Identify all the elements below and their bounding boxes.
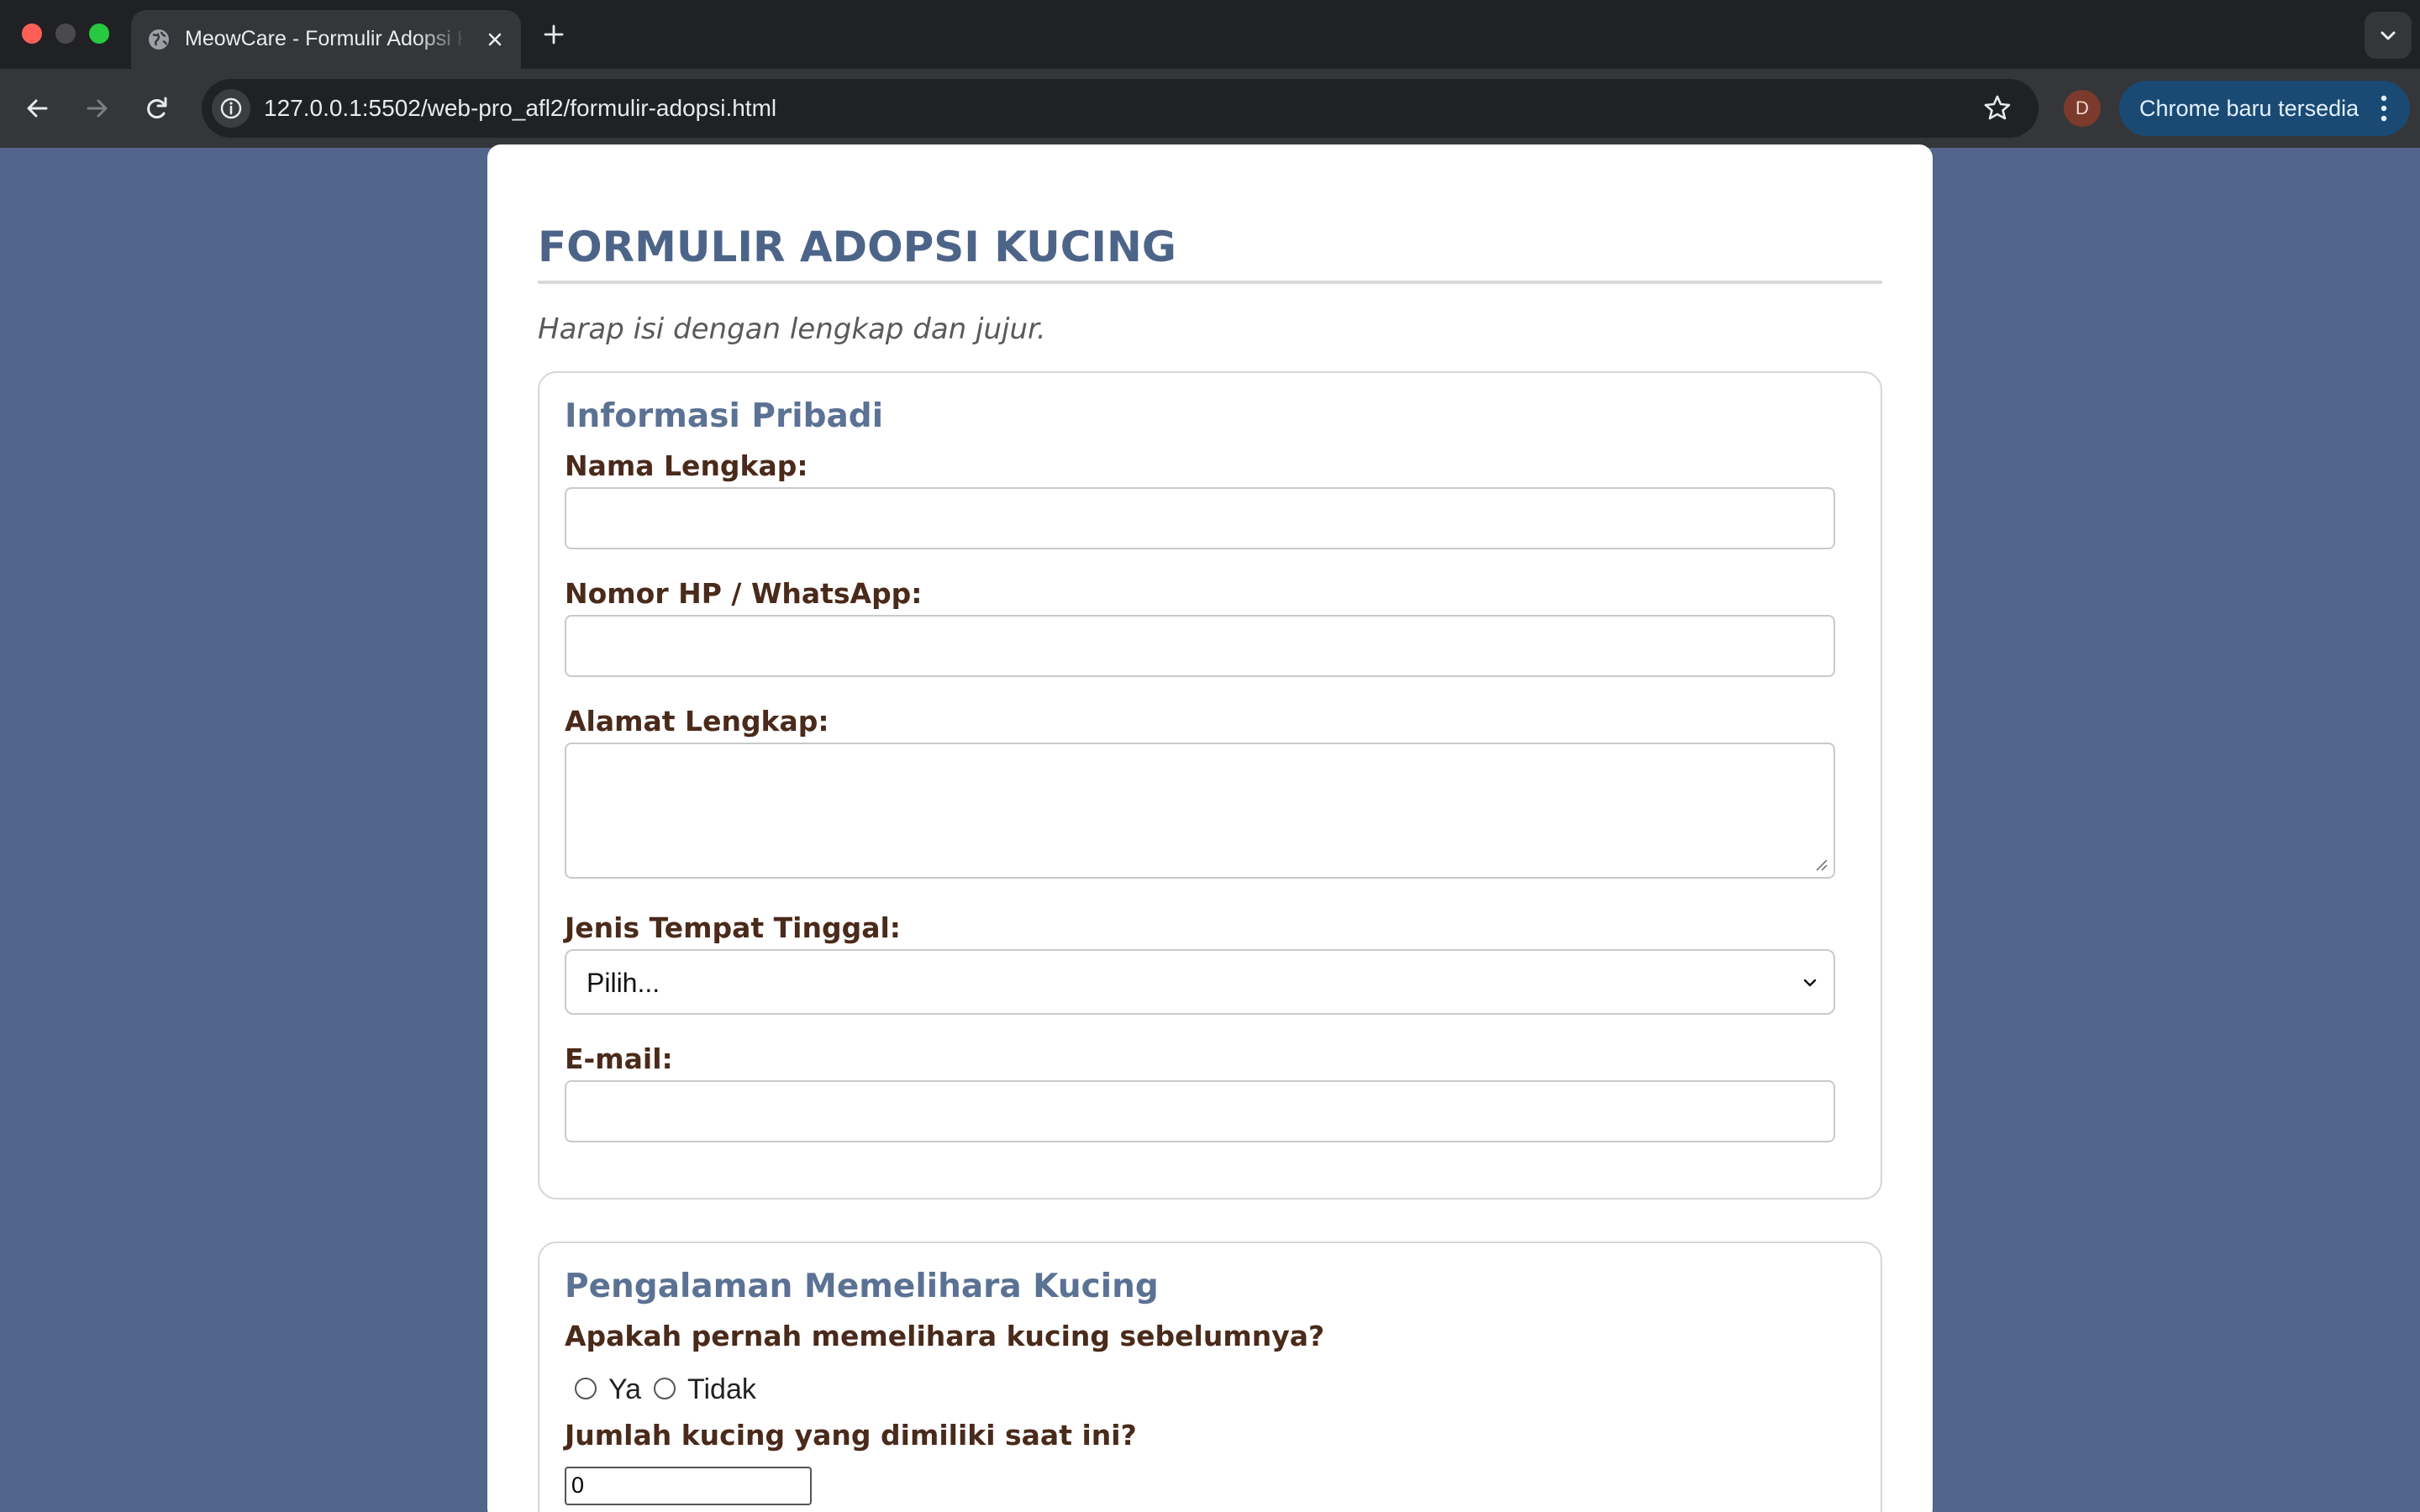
name-field[interactable] — [565, 487, 1835, 549]
radio-no-label[interactable]: Tidak — [687, 1371, 756, 1408]
resize-handle-icon[interactable] — [1813, 857, 1828, 872]
radio-no[interactable] — [654, 1378, 676, 1399]
reload-icon[interactable] — [136, 87, 178, 129]
close-window-button[interactable] — [22, 24, 42, 44]
email-label: E-mail: — [565, 1042, 673, 1075]
browser-toolbar: 127.0.0.1:5502/web-pro_afl2/formulir-ado… — [0, 69, 2420, 148]
new-tab-icon[interactable] — [538, 18, 570, 50]
email-field[interactable] — [565, 1080, 1835, 1142]
profile-avatar[interactable]: D — [2064, 90, 2101, 127]
residence-select[interactable]: Pilih... — [565, 949, 1835, 1015]
experience-fieldset: Pengalaman Memelihara Kucing Apakah pern… — [538, 1242, 1882, 1512]
name-label: Nama Lengkap: — [565, 449, 808, 482]
experience-legend: Pengalaman Memelihara Kucing — [565, 1268, 1159, 1305]
minimize-window-button[interactable] — [55, 24, 76, 44]
url-text: 127.0.0.1:5502/web-pro_afl2/formulir-ado… — [264, 95, 777, 121]
page-subtitle: Harap isi dengan lengkap dan jujur. — [538, 312, 1046, 346]
owned-question-label: Apakah pernah memelihara kucing sebelumn… — [565, 1320, 1325, 1352]
more-menu-icon[interactable] — [2373, 92, 2395, 124]
personal-info-legend: Informasi Pribadi — [565, 397, 884, 435]
page-title: FORMULIR ADOPSI KUCING — [538, 223, 1176, 271]
chevron-down-icon — [1803, 979, 1817, 987]
chrome-update-button[interactable]: Chrome baru tersedia — [2119, 81, 2410, 136]
radio-yes[interactable] — [575, 1378, 597, 1399]
cat-count-label: Jumlah kucing yang dimiliki saat ini? — [565, 1419, 1137, 1452]
info-icon — [220, 97, 242, 119]
update-label: Chrome baru tersedia — [2139, 96, 2360, 121]
address-bar[interactable]: 127.0.0.1:5502/web-pro_afl2/formulir-ado… — [202, 79, 2039, 138]
form-card: FORMULIR ADOPSI KUCING Harap isi dengan … — [487, 144, 1933, 1512]
chevron-down-icon — [2381, 31, 2396, 40]
tab-title-fade — [417, 22, 467, 55]
browser-tab-bar: MeowCare - Formulir Adopsi Kucing — [0, 0, 2420, 69]
tab-search-button[interactable] — [2365, 12, 2412, 59]
phone-label: Nomor HP / WhatsApp: — [565, 577, 923, 610]
phone-field[interactable] — [565, 615, 1835, 677]
globe-icon — [149, 29, 169, 50]
maximize-window-button[interactable] — [89, 24, 109, 44]
residence-selected-value: Pilih... — [587, 968, 660, 998]
site-info-button[interactable] — [212, 89, 250, 128]
radio-yes-label[interactable]: Ya — [608, 1371, 641, 1408]
close-tab-icon[interactable] — [481, 25, 509, 54]
title-divider — [538, 281, 1882, 284]
back-arrow-icon[interactable] — [17, 87, 59, 129]
address-textarea[interactable] — [565, 743, 1835, 879]
residence-label: Jenis Tempat Tinggal: — [565, 911, 901, 944]
personal-info-fieldset: Informasi Pribadi Nama Lengkap: Nomor HP… — [538, 371, 1882, 1200]
address-label: Alamat Lengkap: — [565, 705, 829, 738]
active-tab[interactable]: MeowCare - Formulir Adopsi Kucing — [131, 10, 521, 69]
bookmark-star-icon[interactable] — [1980, 91, 2015, 126]
owned-radio-group: Ya Tidak — [565, 1371, 1069, 1408]
forward-arrow-icon[interactable] — [76, 87, 118, 129]
cat-count-input[interactable]: 0 — [565, 1467, 812, 1505]
